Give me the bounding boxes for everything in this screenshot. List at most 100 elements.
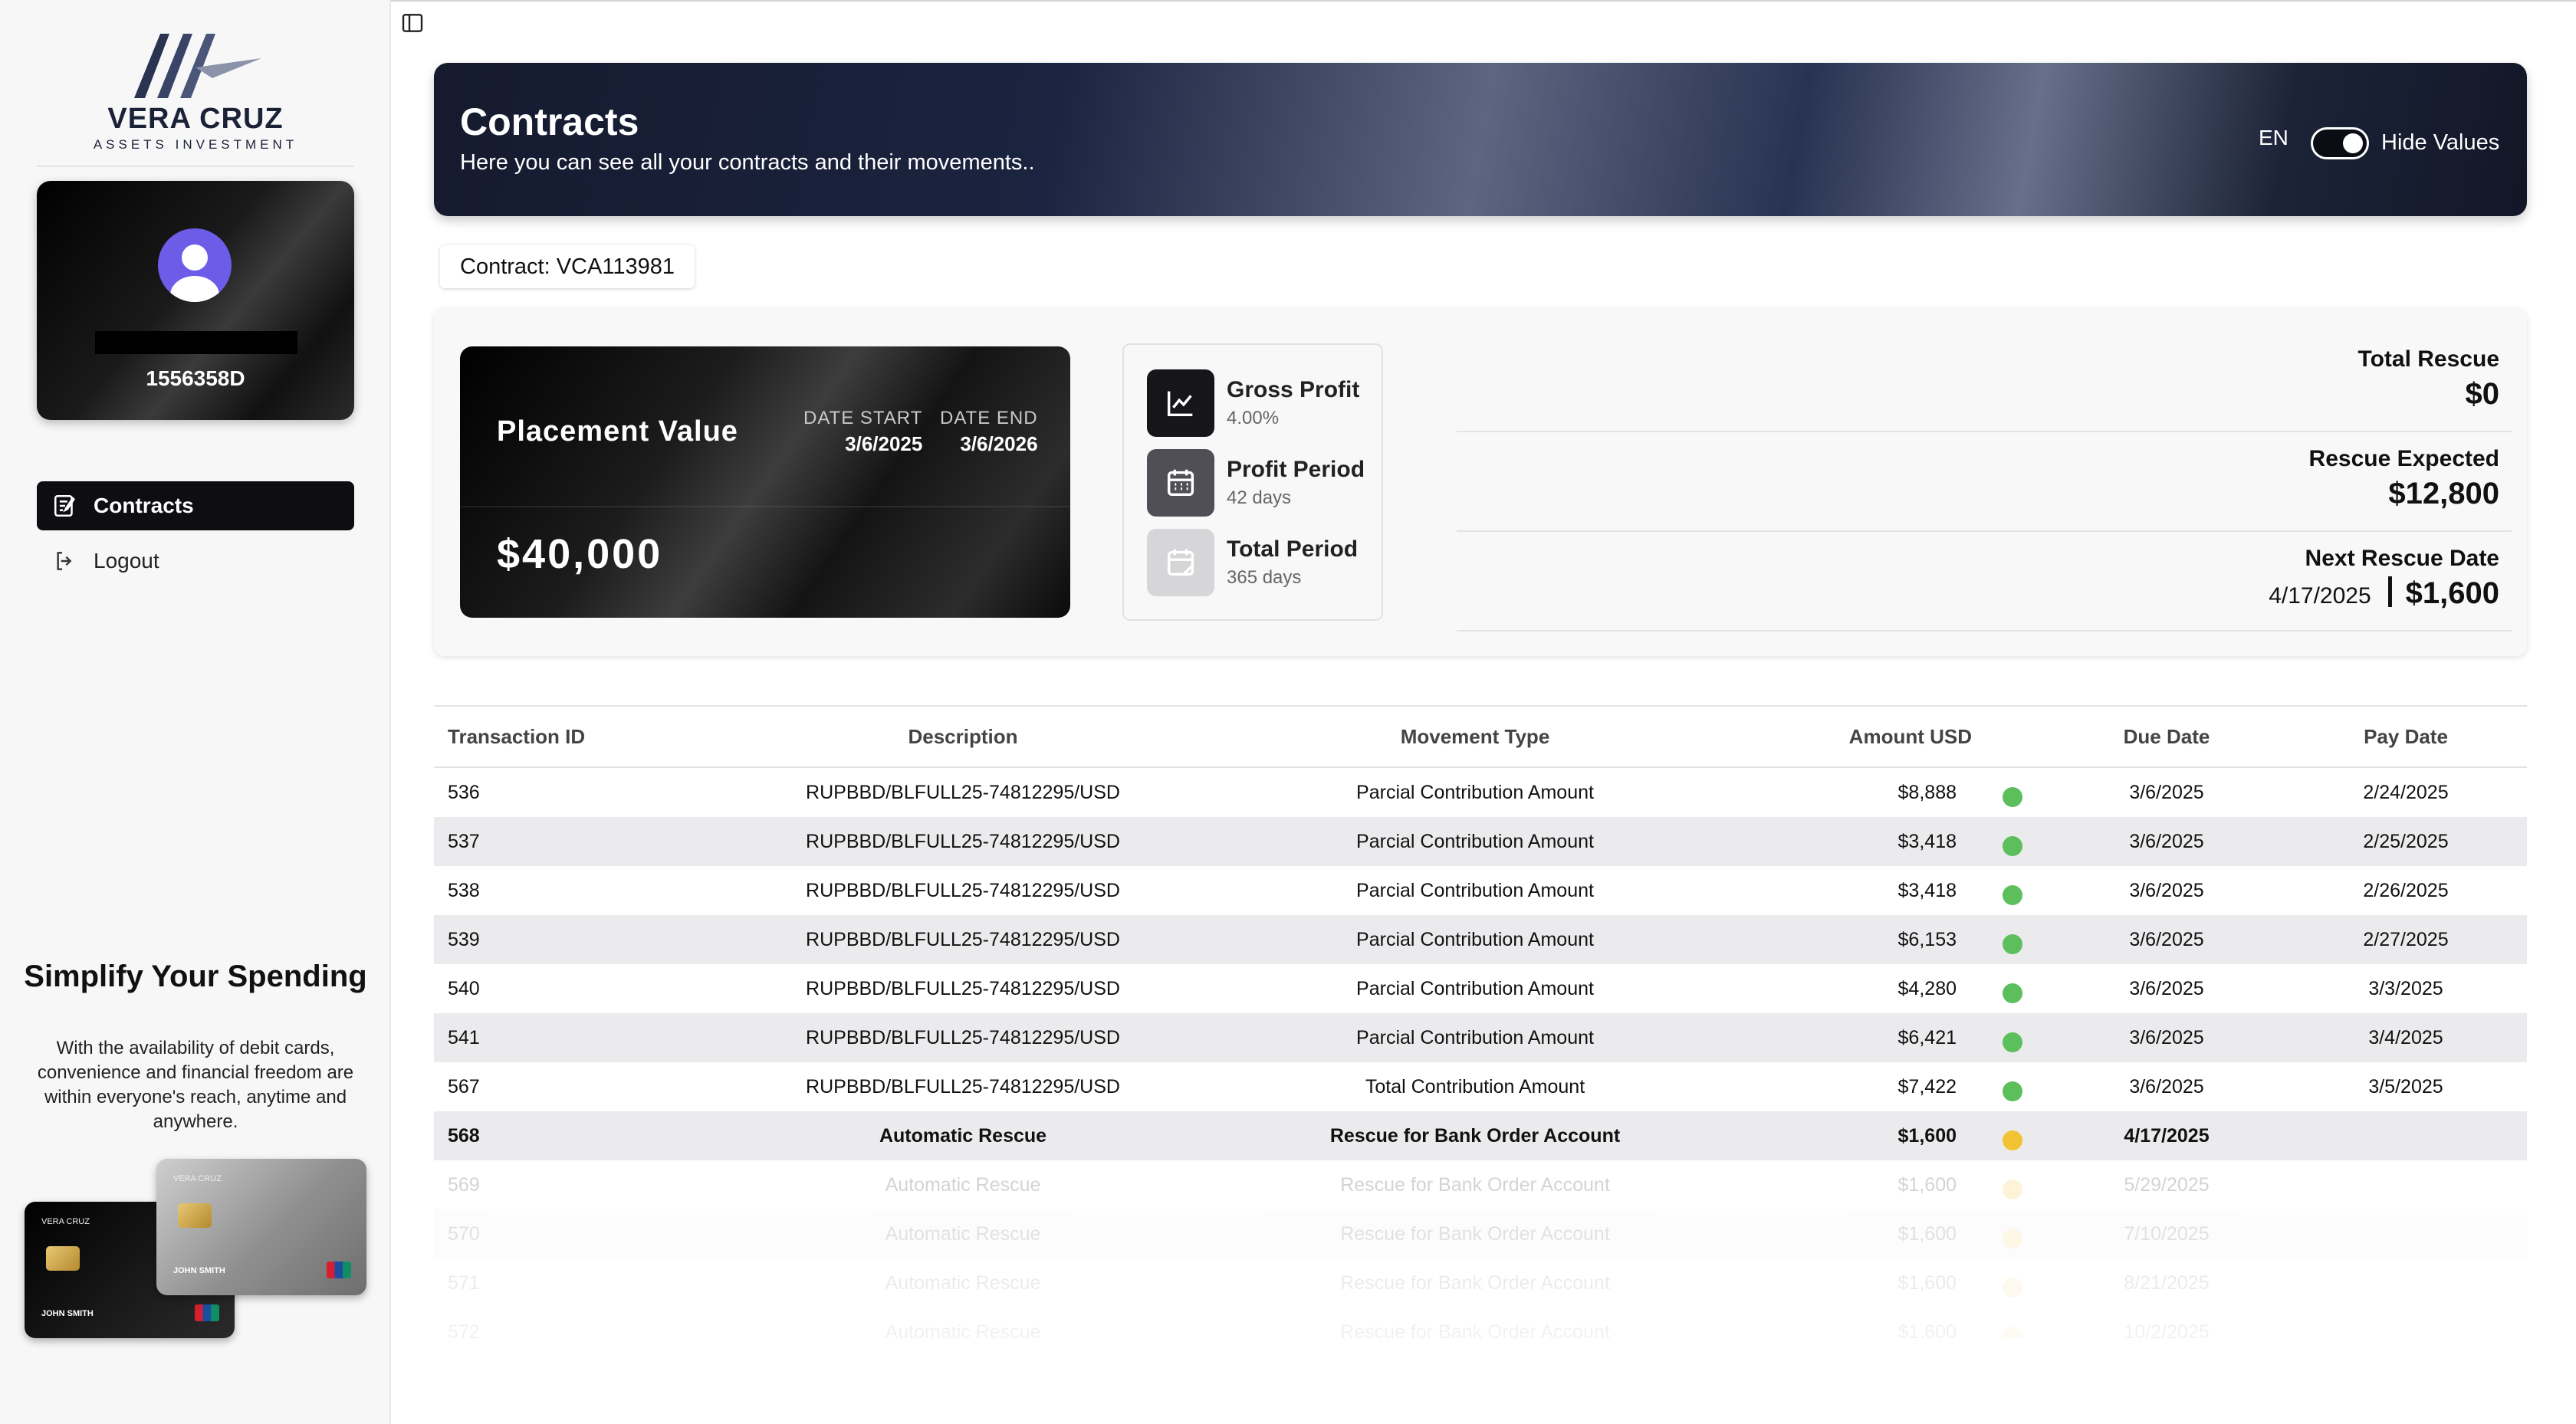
sidebar-toggle-icon[interactable] xyxy=(400,11,425,35)
table-row[interactable]: 536 RUPBBD/BLFULL25-74812295/USD Parcial C… xyxy=(434,768,2527,817)
status-dot-icon xyxy=(2003,836,2022,856)
amount-usd: $8,888 xyxy=(1898,782,1957,803)
sidebar-item-logout[interactable]: Logout xyxy=(37,536,354,586)
placement-label: Placement Value xyxy=(497,415,738,448)
promo-title: Simplify Your Spending xyxy=(24,960,367,993)
page-title: Contracts xyxy=(460,100,639,143)
table-row[interactable]: 572 Automatic Rescue Rescue for Bank Order… xyxy=(434,1308,2527,1338)
date-start: DATE START 3/6/2025 xyxy=(803,408,922,456)
placement-value: $40,000 xyxy=(497,531,663,577)
contract-selector[interactable]: Contract: VCA113981 xyxy=(440,245,695,288)
table-row[interactable]: 570 Automatic Rescue Rescue for Bank Order… xyxy=(434,1209,2527,1258)
stats-box: Gross Profit 4.00% Profit Period 42 days… xyxy=(1122,343,1383,621)
amount-usd: $7,422 xyxy=(1898,1076,1957,1098)
table-row[interactable]: 568 Automatic Rescue Rescue for Bank Order… xyxy=(434,1111,2527,1160)
table-row[interactable]: 538 RUPBBD/BLFULL25-74812295/USD Parcial C… xyxy=(434,866,2527,915)
description: RUPBBD/BLFULL25-74812295/USD xyxy=(806,929,1120,950)
page-subtitle: Here you can see all your contracts and … xyxy=(460,150,1035,175)
movement-type: Total Contribution Amount xyxy=(1365,1076,1585,1098)
pay-date: 2/26/2025 xyxy=(2363,880,2449,901)
table-row[interactable]: 569 Automatic Rescue Rescue for Bank Order… xyxy=(434,1160,2527,1209)
card-network-icon xyxy=(195,1304,219,1321)
movement-type: Parcial Contribution Amount xyxy=(1356,782,1594,803)
status-dot-icon xyxy=(2003,983,2022,1003)
description: Automatic Rescue xyxy=(885,1321,1041,1338)
placement-card: Placement Value DATE START 3/6/2025 DATE… xyxy=(460,346,1070,618)
promo-text: With the availability of debit cards, co… xyxy=(37,1038,354,1132)
profile-card: 1556358D xyxy=(37,181,354,420)
card-brand: VERA CRUZ xyxy=(173,1174,222,1183)
table-row[interactable]: 537 RUPBBD/BLFULL25-74812295/USD Parcial C… xyxy=(434,817,2527,866)
pay-date: 3/4/2025 xyxy=(2368,1027,2443,1048)
description: RUPBBD/BLFULL25-74812295/USD xyxy=(806,831,1120,852)
contract-icon xyxy=(51,491,80,520)
rescue-expected: Rescue Expected $12,800 xyxy=(1457,446,2499,511)
stat-value: 4.00% xyxy=(1227,408,1280,428)
next-rescue-label: Next Rescue Date xyxy=(2305,546,2499,571)
description: Automatic Rescue xyxy=(885,1174,1041,1196)
due-date: 5/29/2025 xyxy=(2124,1174,2210,1196)
avatar[interactable] xyxy=(158,228,232,302)
total-rescue: Total Rescue $0 xyxy=(1457,346,2500,412)
transaction-id: 539 xyxy=(448,929,480,950)
logout-icon xyxy=(51,546,80,576)
calendar-icon xyxy=(1147,449,1214,517)
sidebar-divider xyxy=(37,166,354,167)
language-selector[interactable]: EN xyxy=(2259,126,2288,150)
description: RUPBBD/BLFULL25-74812295/USD xyxy=(806,1076,1120,1098)
sidebar-item-contracts[interactable]: Contracts xyxy=(37,481,354,530)
status-dot-icon xyxy=(2003,1130,2022,1150)
movement-type: Parcial Contribution Amount xyxy=(1356,831,1594,852)
column-header[interactable]: Amount USD xyxy=(1849,707,1972,766)
amount-usd: $1,600 xyxy=(1898,1125,1957,1147)
contract-summary: Placement Value DATE START 3/6/2025 DATE… xyxy=(434,308,2527,656)
table-row[interactable]: 567 RUPBBD/BLFULL25-74812295/USD Total Con… xyxy=(434,1062,2527,1111)
transaction-id: 572 xyxy=(448,1321,480,1338)
status-dot-icon xyxy=(2003,787,2022,807)
movement-type: Rescue for Bank Order Account xyxy=(1340,1223,1610,1245)
description: RUPBBD/BLFULL25-74812295/USD xyxy=(806,1027,1120,1048)
column-header[interactable]: Transaction ID xyxy=(448,707,585,766)
column-header[interactable]: Due Date xyxy=(2124,707,2210,766)
stat-title: Profit Period xyxy=(1227,457,1365,482)
due-date: 3/6/2025 xyxy=(2129,929,2204,950)
pay-date: 3/5/2025 xyxy=(2368,1076,2443,1098)
due-date: 7/10/2025 xyxy=(2124,1223,2210,1245)
page-header: Contracts Here you can see all your cont… xyxy=(434,63,2527,216)
due-date: 3/6/2025 xyxy=(2129,1027,2204,1048)
transaction-id: 569 xyxy=(448,1174,480,1196)
card-chip-icon xyxy=(46,1246,80,1271)
transaction-id: 536 xyxy=(448,782,480,803)
card-chip-icon xyxy=(178,1203,212,1228)
table-header: Transaction ID Description Movement Type… xyxy=(434,705,2527,768)
table-row[interactable]: 539 RUPBBD/BLFULL25-74812295/USD Parcial C… xyxy=(434,915,2527,964)
amount-usd: $6,153 xyxy=(1898,929,1957,950)
pay-date: 3/3/2025 xyxy=(2368,978,2443,999)
column-header[interactable]: Pay Date xyxy=(2364,707,2448,766)
sidebar-item-label: Contracts xyxy=(94,494,194,517)
stat-profit-period: Profit Period 42 days xyxy=(1147,449,1377,518)
date-end-label: DATE END xyxy=(940,408,1038,428)
due-date: 3/6/2025 xyxy=(2129,978,2204,999)
hide-values-toggle[interactable] xyxy=(2311,127,2369,159)
column-header[interactable]: Description xyxy=(908,707,1017,766)
amount-usd: $1,600 xyxy=(1898,1321,1957,1338)
amount-usd: $6,421 xyxy=(1898,1027,1957,1048)
brand-logo[interactable]: VERA CRUZ ASSETS INVESTMENT xyxy=(0,28,391,153)
column-header[interactable]: Movement Type xyxy=(1401,707,1550,766)
status-dot-icon xyxy=(2003,1081,2022,1101)
table-row[interactable]: 541 RUPBBD/BLFULL25-74812295/USD Parcial C… xyxy=(434,1013,2527,1062)
table-row[interactable]: 540 RUPBBD/BLFULL25-74812295/USD Parcial C… xyxy=(434,964,2527,1013)
profile-id: 1556358D xyxy=(146,366,245,390)
pay-date: 2/25/2025 xyxy=(2363,831,2449,852)
chart-line-icon xyxy=(1147,369,1214,437)
amount-usd: $1,600 xyxy=(1898,1272,1957,1294)
rescue-expected-label: Rescue Expected xyxy=(2308,446,2499,471)
movement-type: Parcial Contribution Amount xyxy=(1356,880,1594,901)
next-rescue-amount: $1,600 xyxy=(2405,576,2499,610)
date-end-value: 3/6/2026 xyxy=(960,432,1038,455)
table-row[interactable]: 571 Automatic Rescue Rescue for Bank Order… xyxy=(434,1258,2527,1308)
status-dot-icon xyxy=(2003,885,2022,905)
card-network-icon xyxy=(327,1262,351,1278)
hidden-user-name xyxy=(95,331,297,354)
